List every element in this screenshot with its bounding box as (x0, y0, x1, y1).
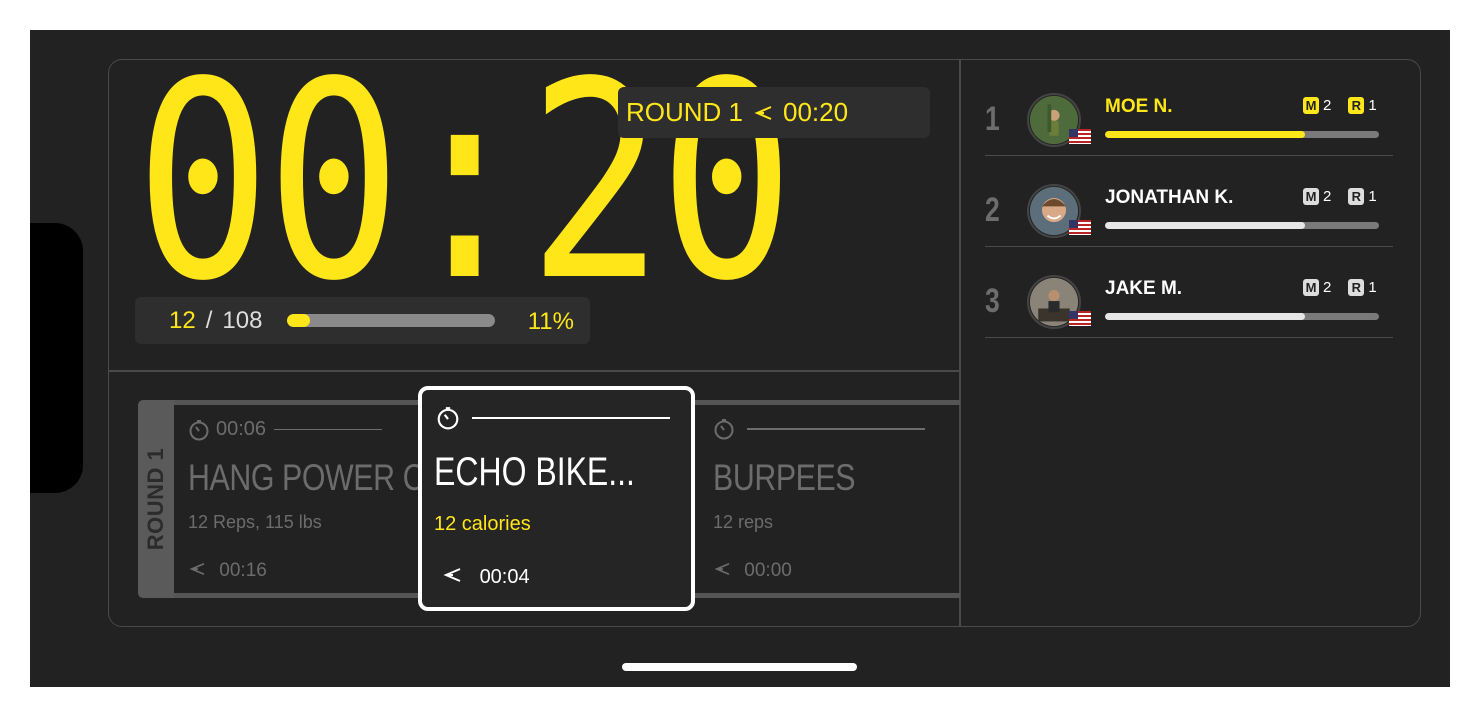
avatar (1027, 275, 1091, 329)
athlete-progress-bar (1105, 313, 1379, 320)
athlete-progress-bar (1105, 131, 1379, 138)
exercise-card[interactable]: BURPEES 12 reps 00:00 (699, 400, 959, 598)
exercise-card[interactable]: 00:06 HANG POWER C... 12 Reps, 115 lbs 0… (174, 400, 449, 598)
exercise-detail: 12 Reps, 115 lbs (188, 512, 322, 532)
round-split-time: 00:20 (783, 97, 849, 127)
us-flag-icon (1069, 311, 1091, 326)
round-tab-label: ROUND 1 (143, 447, 168, 551)
exercise-split: 00:00 (744, 560, 792, 581)
progress-total: 108 (222, 306, 263, 334)
progress-percent: 11% (527, 308, 574, 335)
exercise-name: BURPEES (713, 457, 856, 498)
exercise-timer-row: 00:06 (188, 418, 383, 441)
exercise-timer-row (713, 418, 925, 440)
round-label: ROUND 1 (626, 97, 744, 127)
athlete-progress-fill (1105, 313, 1306, 320)
exercise-name: HANG POWER C... (188, 457, 449, 498)
stopwatch-icon (714, 419, 734, 440)
exercise-detail: 12 calories (434, 513, 531, 535)
r-count: 1 (1368, 97, 1377, 114)
device-notch (30, 223, 83, 493)
athlete-progress-fill (1105, 131, 1306, 138)
r-count: 1 (1368, 188, 1377, 205)
exercise-split-row: 00:00 (713, 560, 792, 582)
exercise-split: 00:16 (219, 560, 267, 581)
m-count: 2 (1323, 188, 1332, 205)
exercise-time: 00:06 (216, 418, 267, 440)
avatar (1027, 93, 1091, 147)
leaderboard-row[interactable]: 2 JONATHAN K. M 2 R 1 (985, 157, 1393, 247)
athlete-name: JONATHAN K. (1105, 187, 1234, 208)
progress-current: 12 (169, 306, 196, 334)
progress-bar-fill (287, 314, 310, 327)
split-arrow-icon (189, 562, 205, 576)
rank: 1 (985, 100, 1000, 138)
athlete-name: JAKE M. (1105, 278, 1183, 299)
rank: 3 (985, 282, 1000, 320)
athlete-badges: M 2 R 1 (1303, 279, 1377, 296)
leaderboard-row[interactable]: 3 JAKE M. M 2 R 1 (985, 248, 1393, 338)
leaderboard-row[interactable]: 1 MOE N. M 2 R 1 (985, 66, 1393, 156)
athlete-progress-fill (1105, 222, 1306, 229)
app-screen: 00:20 ROUND 1 00:20 12 / 108 11% ROUND 1… (30, 30, 1450, 687)
exercise-split-row: 00:16 (188, 560, 267, 582)
r-badge: R (1348, 97, 1365, 114)
us-flag-icon (1069, 129, 1091, 144)
r-badge: R (1348, 188, 1365, 205)
rank: 2 (985, 191, 1000, 229)
athlete-badges: M 2 R 1 (1303, 188, 1377, 205)
workout-panel: 00:20 ROUND 1 00:20 12 / 108 11% ROUND 1… (108, 59, 1421, 627)
exercise-split: 00:04 (479, 566, 530, 588)
m-count: 2 (1323, 279, 1332, 296)
athlete-name: MOE N. (1105, 96, 1173, 117)
m-badge: M (1303, 188, 1319, 205)
exercise-split-row: 00:04 (442, 566, 530, 589)
progress-summary: 12 / 108 11% (135, 297, 590, 344)
exercise-detail: 12 reps (713, 512, 774, 532)
m-badge: M (1303, 279, 1319, 296)
athlete-badges: M 2 R 1 (1303, 97, 1377, 114)
stopwatch-icon (437, 407, 459, 430)
active-exercise-card[interactable]: ECHO BIKE... 12 calories 00:04 (418, 386, 695, 611)
horizontal-divider (109, 370, 960, 372)
m-badge: M (1303, 97, 1319, 114)
round-status: ROUND 1 00:20 (618, 87, 930, 138)
progress-bar (287, 314, 495, 327)
stopwatch-icon (189, 419, 209, 440)
exercise-name: ECHO BIKE... (434, 450, 635, 494)
split-arrow-icon (754, 105, 772, 120)
split-arrow-icon (714, 562, 730, 576)
athlete-progress-bar (1105, 222, 1379, 229)
r-badge: R (1348, 279, 1365, 296)
us-flag-icon (1069, 220, 1091, 235)
home-indicator[interactable] (622, 663, 857, 671)
m-count: 2 (1323, 97, 1332, 114)
r-count: 1 (1368, 279, 1377, 296)
round-tab: ROUND 1 (138, 400, 174, 598)
exercise-timer-row (436, 406, 670, 430)
avatar (1027, 184, 1091, 238)
progress-separator: / (205, 306, 213, 334)
split-arrow-icon (443, 568, 461, 582)
